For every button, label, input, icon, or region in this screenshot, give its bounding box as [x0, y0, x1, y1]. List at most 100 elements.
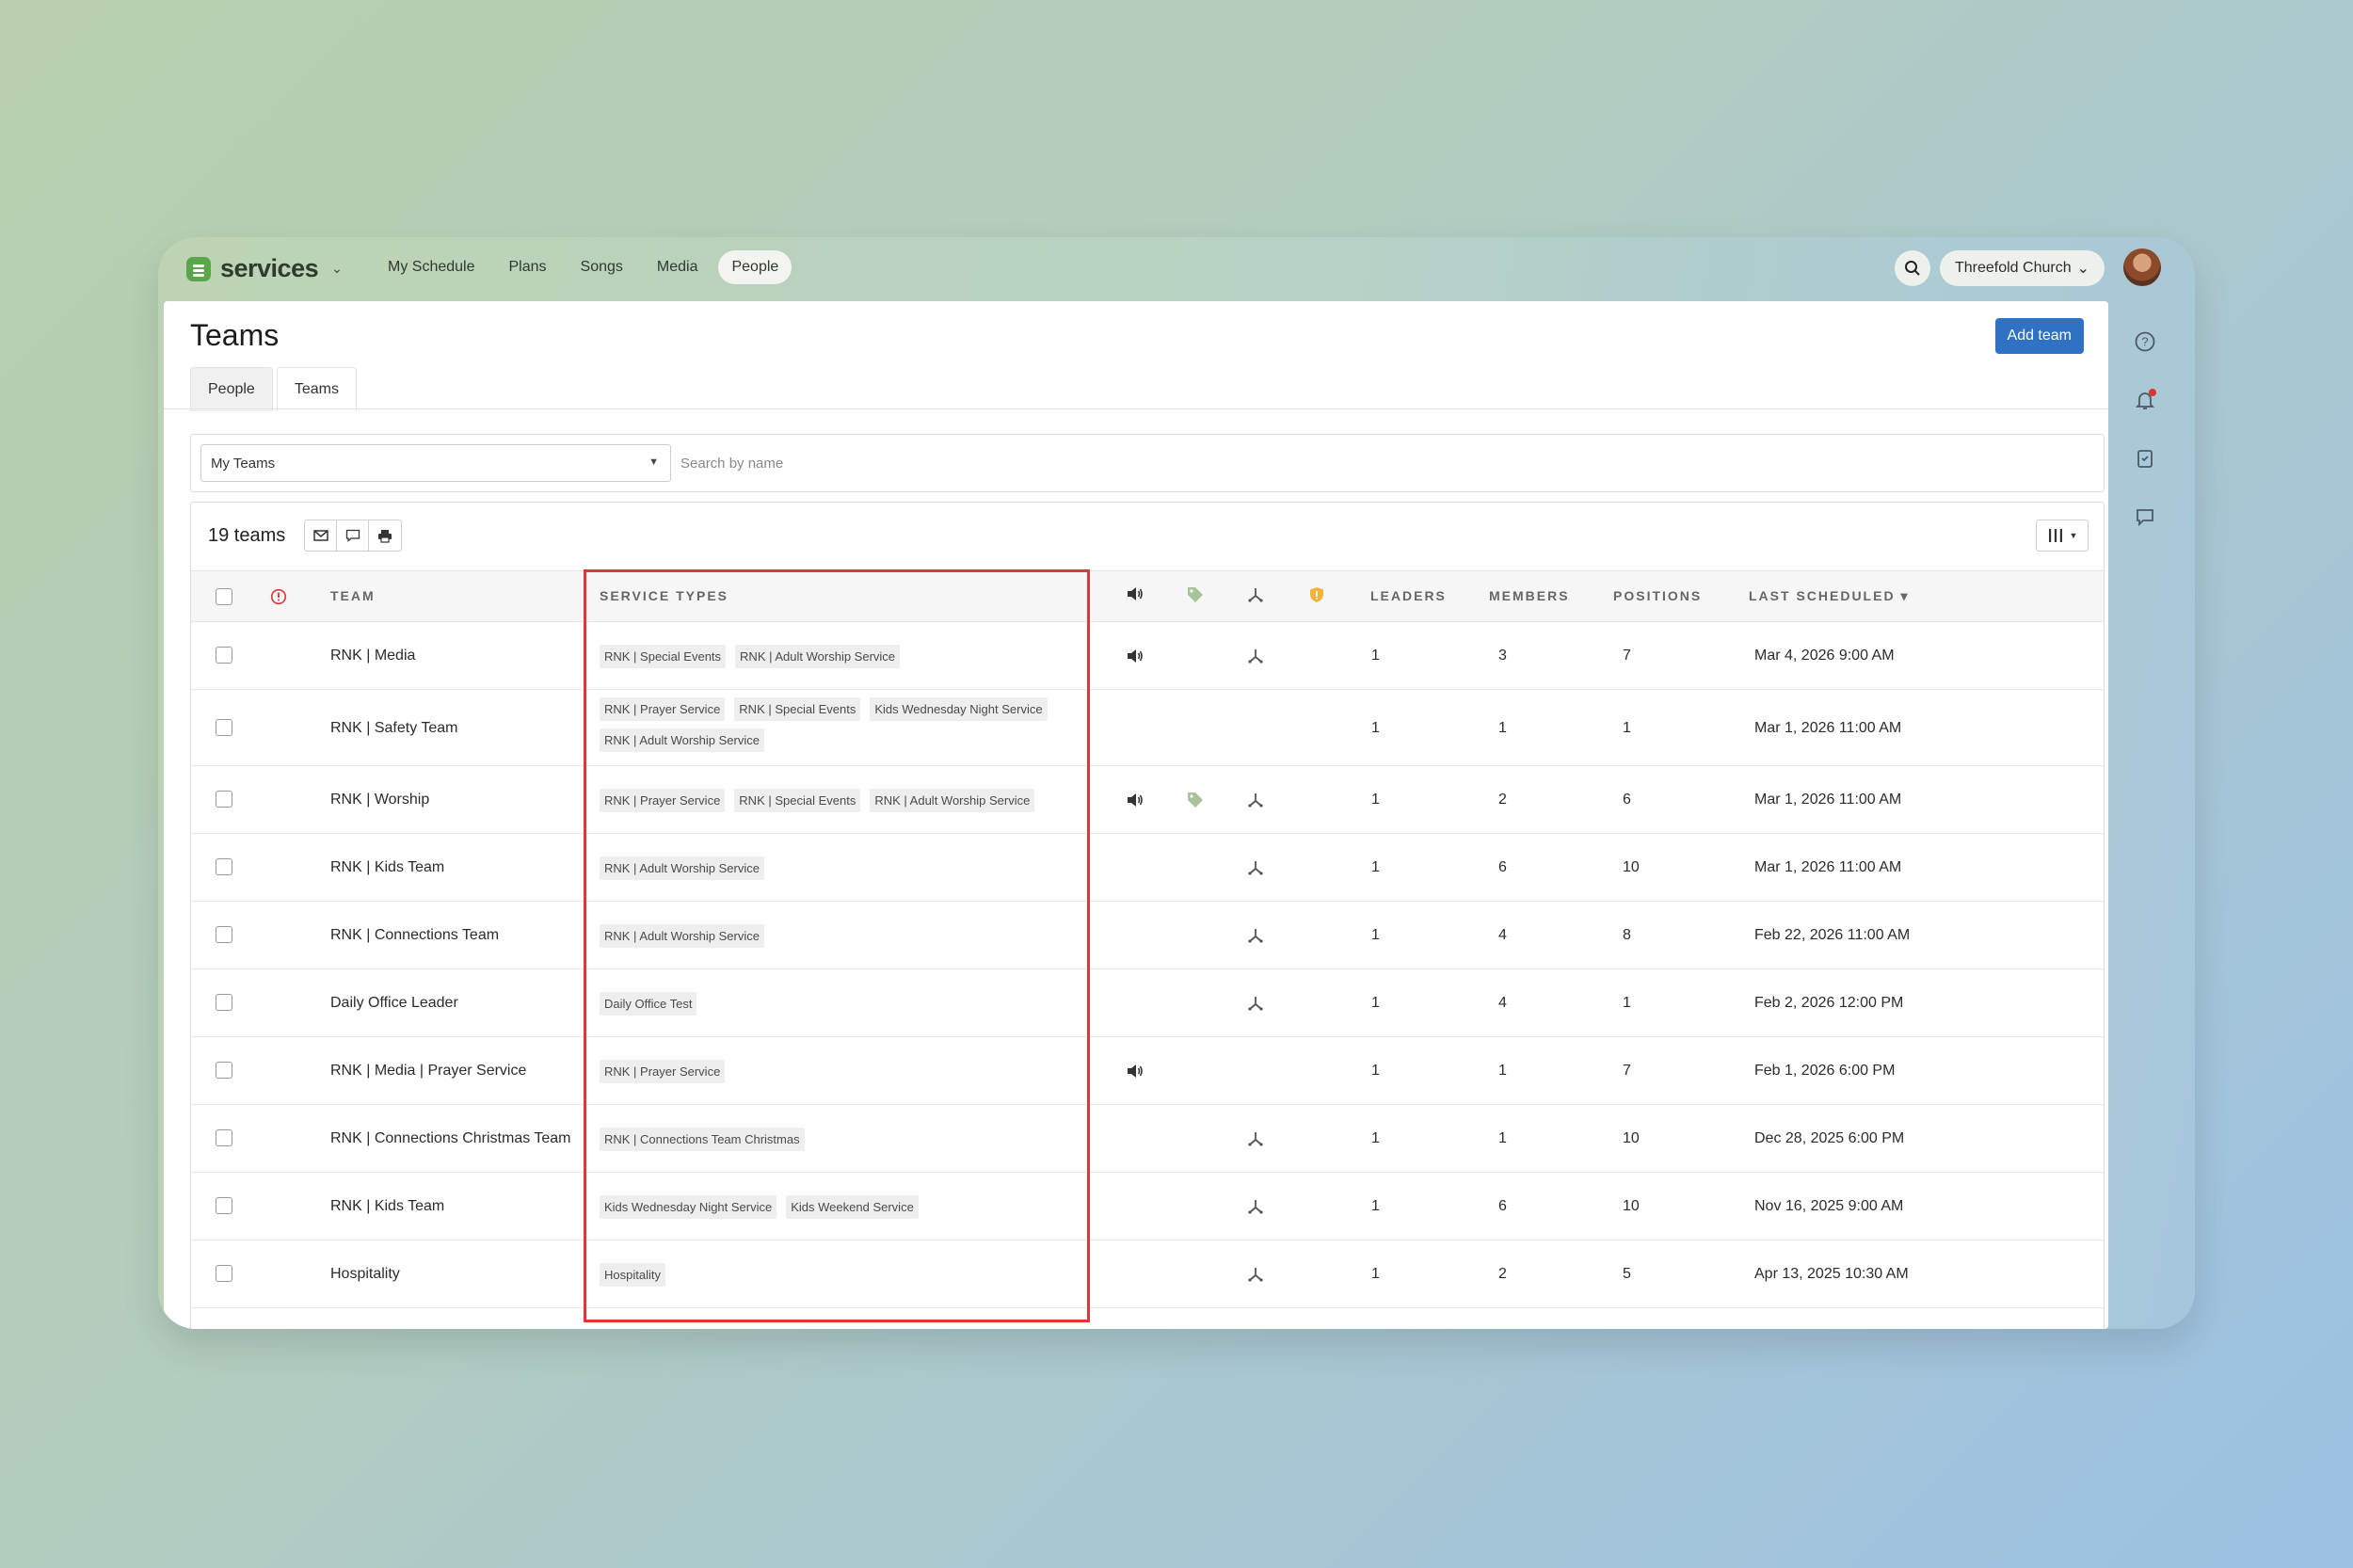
chevron-down-icon: ⌄ — [2076, 261, 2089, 277]
split-icon[interactable] — [1247, 586, 1264, 608]
row-checkbox[interactable] — [216, 858, 232, 875]
nav-songs[interactable]: Songs — [568, 250, 636, 284]
team-name[interactable]: RNK | Media | Prayer Service — [330, 1063, 526, 1080]
team-name[interactable]: Daily Office Leader — [330, 995, 458, 1012]
team-name[interactable]: RNK | Kids Team — [330, 1198, 444, 1215]
org-name: Threefold Church — [1954, 260, 2072, 276]
chat-bubble-icon[interactable] — [337, 520, 369, 551]
team-filter-select[interactable]: My Teams ▼ — [200, 444, 671, 482]
column-leaders[interactable]: LEADERS — [1370, 588, 1447, 603]
team-name[interactable]: RNK | Kids Team — [330, 859, 444, 876]
members-count: 1 — [1498, 1130, 1507, 1146]
printer-icon[interactable] — [369, 520, 401, 551]
clipboard-check-icon[interactable] — [2131, 444, 2159, 472]
column-team[interactable]: TEAM — [330, 588, 376, 603]
service-type-list: Hospitality — [600, 1263, 1089, 1287]
speaker-icon — [1127, 1064, 1144, 1083]
team-name[interactable]: RNK | Connections Team — [330, 927, 499, 944]
add-team-button[interactable]: Add team — [1994, 318, 2084, 354]
app-window: services ⌄ My Schedule Plans Songs Media… — [158, 237, 2195, 1329]
org-switcher[interactable]: Threefold Church ⌄ — [1939, 250, 2105, 286]
service-type-list: Kids Wednesday Night Service Kids Weekend… — [600, 1195, 1089, 1219]
column-service-types[interactable]: SERVICE TYPES — [600, 588, 728, 603]
team-name[interactable]: RNK | Safety Team — [330, 720, 457, 737]
team-filter-value: My Teams — [211, 456, 276, 472]
column-members[interactable]: MEMBERS — [1489, 588, 1570, 603]
row-checkbox[interactable] — [216, 647, 232, 664]
bell-icon[interactable] — [2131, 386, 2159, 414]
table-row[interactable]: RNK | Kids Team Kids Wednesday Night Serv… — [191, 1173, 2104, 1240]
tab-people[interactable]: People — [190, 367, 273, 411]
leaders-count: 1 — [1371, 1266, 1380, 1282]
team-name[interactable]: RNK | Worship — [330, 792, 429, 808]
speaker-icon — [1127, 792, 1144, 812]
service-type-badge: RNK | Prayer Service — [600, 789, 726, 812]
positions-count: 10 — [1623, 1198, 1640, 1214]
table-row[interactable]: RNK | Connections Christmas Team RNK | Co… — [191, 1105, 2104, 1173]
team-name[interactable]: Hospitality — [330, 1266, 400, 1283]
tag-icon[interactable] — [1187, 586, 1204, 608]
search-input[interactable] — [680, 444, 1245, 482]
leaders-count: 1 — [1371, 859, 1380, 875]
app-switcher[interactable]: services ⌄ — [186, 254, 343, 283]
service-type-list: RNK | Adult Worship Service — [600, 856, 1089, 880]
row-checkbox[interactable] — [216, 791, 232, 808]
split-icon — [1247, 792, 1264, 813]
help-icon[interactable]: ? — [2131, 328, 2159, 356]
speaker-icon[interactable] — [1127, 586, 1144, 606]
column-positions[interactable]: POSITIONS — [1613, 588, 1702, 603]
svg-text:?: ? — [2141, 335, 2148, 349]
leaders-count: 1 — [1371, 1063, 1380, 1079]
envelope-icon[interactable] — [305, 520, 337, 551]
nav-my-schedule[interactable]: My Schedule — [375, 250, 488, 284]
table-row[interactable]: Hospitality Hospitality 1 2 5 Apr 13, 2025 10… — [191, 1240, 2104, 1308]
table-row[interactable]: RNK | Media RNK | Special Events RNK | Adu… — [191, 622, 2104, 690]
service-type-list: RNK | Prayer Service — [600, 1060, 1089, 1083]
column-last-scheduled[interactable]: LAST SCHEDULED ▾ — [1749, 588, 1909, 604]
teams-table: 19 teams ▼ TEAM SERVICE TYPES LEADERS ME… — [190, 502, 2105, 1329]
bulk-actions — [304, 520, 402, 552]
row-checkbox[interactable] — [216, 1062, 232, 1079]
row-checkbox[interactable] — [216, 1265, 232, 1282]
row-checkbox[interactable] — [216, 1129, 232, 1146]
tag-icon — [1187, 792, 1204, 813]
main-nav: My Schedule Plans Songs Media People — [375, 250, 792, 284]
row-checkbox[interactable] — [216, 1197, 232, 1214]
row-checkbox[interactable] — [216, 926, 232, 943]
nav-plans[interactable]: Plans — [496, 250, 560, 284]
table-header: TEAM SERVICE TYPES LEADERS MEMBERS POSIT… — [191, 570, 2104, 622]
team-name[interactable]: RNK | Media — [330, 648, 415, 664]
members-count: 2 — [1498, 792, 1507, 808]
leaders-count: 1 — [1371, 1198, 1380, 1214]
right-sidebar: ? — [2114, 312, 2176, 531]
table-row[interactable]: RNK | Kids Team RNK | Adult Worship Servi… — [191, 834, 2104, 902]
table-row[interactable]: Daily Office Leader Daily Office Test 1 4 1 F… — [191, 969, 2104, 1037]
tab-teams[interactable]: Teams — [276, 367, 357, 411]
avatar[interactable] — [2123, 248, 2161, 286]
table-row[interactable]: RNK | Connections Team RNK | Adult Worshi… — [191, 902, 2104, 969]
last-scheduled-date: Feb 2, 2026 12:00 PM — [1754, 995, 1904, 1011]
members-count: 1 — [1498, 1063, 1507, 1079]
leaders-count: 1 — [1371, 792, 1380, 808]
select-all-checkbox[interactable] — [216, 588, 232, 605]
table-row[interactable]: RNK | Safety Team RNK | Prayer Service RNK… — [191, 690, 2104, 766]
nav-people[interactable]: People — [718, 250, 792, 284]
table-row[interactable]: RNK | Media | Prayer Service RNK | Prayer… — [191, 1037, 2104, 1105]
service-type-list: RNK | Adult Worship Service — [600, 924, 1089, 948]
nav-media[interactable]: Media — [644, 250, 712, 284]
table-row[interactable]: RNK | Worship RNK | Prayer Service RNK | S… — [191, 766, 2104, 834]
shield-icon[interactable] — [1309, 586, 1324, 608]
service-type-badge: Daily Office Test — [600, 992, 697, 1016]
services-logo-icon — [186, 256, 211, 281]
members-count: 1 — [1498, 720, 1507, 736]
positions-count: 1 — [1623, 995, 1631, 1011]
alert-icon[interactable] — [270, 588, 287, 610]
row-checkbox[interactable] — [216, 994, 232, 1011]
team-name[interactable]: RNK | Connections Christmas Team — [330, 1130, 571, 1147]
service-type-badge: RNK | Special Events — [734, 697, 861, 721]
chat-icon[interactable] — [2131, 503, 2159, 531]
row-checkbox[interactable] — [216, 719, 232, 736]
search-icon[interactable] — [1894, 250, 1930, 286]
service-type-badge: Hospitality — [600, 1263, 665, 1287]
columns-button[interactable]: ▼ — [2036, 520, 2089, 552]
